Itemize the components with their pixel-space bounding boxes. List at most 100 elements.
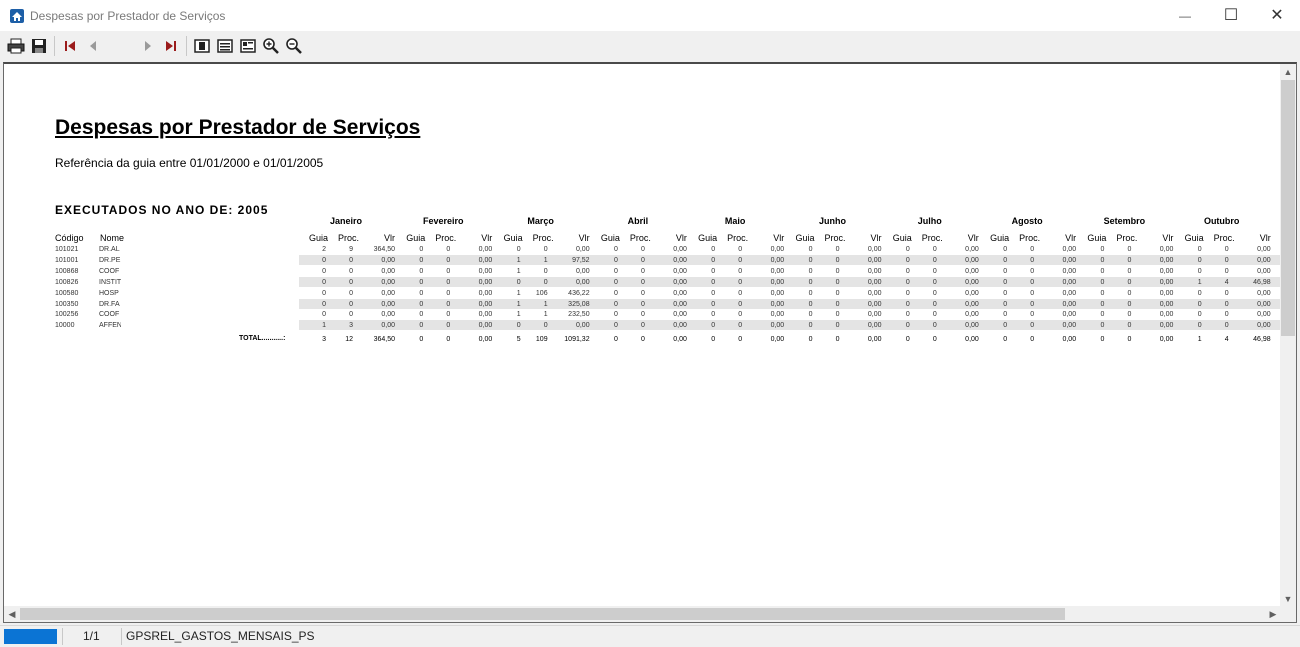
multi-page-icon[interactable]	[216, 37, 234, 55]
cell-proc: 0	[1127, 267, 1132, 275]
page-setup-icon[interactable]	[239, 37, 257, 55]
progress-indicator	[4, 629, 57, 644]
total-proc: 0	[640, 336, 645, 343]
cell-guia: 0	[1197, 267, 1202, 275]
zoom-out-icon[interactable]	[285, 37, 303, 55]
cell-guia: 0	[419, 311, 424, 319]
cell-vlr: 0,00	[867, 246, 882, 253]
scroll-left-icon[interactable]: ◀	[4, 606, 20, 622]
cell-vlr: 0,00	[867, 267, 882, 275]
cell-proc: 0	[446, 267, 451, 275]
scroll-corner	[1280, 606, 1296, 622]
cell-vlr: 0,00	[381, 300, 395, 308]
cell-vlr: 0,00	[381, 278, 395, 286]
cell-proc: 0	[738, 311, 743, 319]
first-page-icon[interactable]	[61, 37, 79, 55]
cell-guia: 0	[808, 246, 813, 253]
cell-vlr: 0,00	[478, 289, 493, 297]
cell-proc: 0	[1127, 289, 1132, 297]
row-codigo: 100256	[55, 311, 79, 319]
last-page-icon[interactable]	[162, 37, 180, 55]
cell-vlr: 0,00	[770, 311, 785, 319]
close-icon: ✕	[1270, 7, 1284, 24]
column-header-proc: Proc.	[337, 233, 359, 243]
column-header-guia: Guia	[406, 233, 426, 243]
cell-proc: 1	[543, 256, 548, 264]
cell-proc: 0	[835, 278, 840, 286]
total-proc: 0	[1030, 336, 1035, 343]
horizontal-scroll-thumb[interactable]	[20, 608, 1065, 620]
report-page: Despesas por Prestador de Serviços Refer…	[4, 64, 1281, 607]
scroll-up-icon[interactable]: ▲	[1280, 64, 1296, 80]
toolbar-separator	[54, 36, 55, 56]
cell-vlr: 0,00	[867, 289, 882, 297]
row-nome: HOSP	[99, 289, 119, 297]
cell-vlr: 0,00	[770, 256, 785, 264]
vertical-scrollbar[interactable]: ▲ ▼	[1280, 64, 1296, 607]
status-bar: 1/1 GPSREL_GASTOS_MENSAIS_PS	[0, 625, 1300, 647]
cell-vlr: 0,00	[673, 289, 687, 297]
cell-proc: 0	[1127, 246, 1132, 253]
cell-guia: 0	[711, 278, 716, 286]
cell-guia: 0	[516, 278, 521, 286]
cell-vlr: 0,00	[673, 246, 687, 253]
save-icon[interactable]	[30, 37, 48, 55]
window-title: Despesas por Prestador de Serviços	[30, 9, 226, 23]
horizontal-scrollbar[interactable]: ◀ ▶	[4, 606, 1281, 622]
total-guia: 3	[322, 336, 326, 343]
cell-guia: 0	[711, 267, 716, 275]
cell-guia: 0	[613, 256, 618, 264]
cell-guia: 0	[1197, 311, 1202, 319]
next-page-icon[interactable]	[139, 37, 157, 55]
scroll-right-icon[interactable]: ▶	[1265, 606, 1281, 622]
cell-guia: 0	[1100, 300, 1105, 308]
cell-proc: 0	[640, 278, 645, 286]
column-header-guia: Guia	[795, 233, 815, 243]
print-icon[interactable]	[7, 37, 25, 55]
prev-page-icon[interactable]	[84, 37, 102, 55]
single-page-icon[interactable]	[193, 37, 211, 55]
cell-guia: 0	[613, 289, 618, 297]
cell-guia: 0	[711, 246, 716, 253]
row-nome: AFFEN	[99, 322, 121, 330]
vertical-scroll-thumb[interactable]	[1281, 80, 1295, 336]
cell-vlr: 0,00	[1159, 300, 1174, 308]
cell-guia: 0	[613, 267, 618, 275]
cell-vlr: 0,00	[381, 267, 395, 275]
cell-guia: 0	[711, 322, 716, 330]
cell-proc: 0	[1224, 311, 1229, 319]
cell-vlr: 0,00	[478, 311, 493, 319]
column-header-proc: Proc.	[921, 233, 943, 243]
cell-proc: 0	[1127, 311, 1132, 319]
month-header: Julho	[917, 216, 942, 226]
cell-vlr: 0,00	[1257, 246, 1271, 253]
cell-guia: 0	[808, 278, 813, 286]
cell-proc: 0	[640, 311, 645, 319]
report-viewer[interactable]: Despesas por Prestador de Serviços Refer…	[3, 62, 1297, 623]
row-codigo: 101001	[55, 256, 79, 264]
cell-vlr: 0,00	[1257, 267, 1271, 275]
zoom-in-icon[interactable]	[262, 37, 280, 55]
maximize-button[interactable]: ☐	[1208, 0, 1254, 31]
column-header-guia: Guia	[1087, 233, 1107, 243]
cell-vlr: 0,00	[1257, 289, 1271, 297]
close-button[interactable]: ✕	[1254, 0, 1300, 31]
minimize-button[interactable]: —	[1162, 0, 1208, 31]
cell-guia: 0	[711, 289, 716, 297]
cell-proc: 0	[738, 278, 743, 286]
cell-guia: 1	[516, 267, 521, 275]
cell-vlr: 0,00	[673, 278, 687, 286]
cell-guia: 0	[905, 300, 910, 308]
cell-vlr: 0,00	[478, 267, 493, 275]
total-vlr: 0,00	[965, 336, 979, 343]
cell-guia: 0	[1100, 256, 1105, 264]
total-proc: 0	[1127, 336, 1132, 343]
cell-guia: 0	[613, 246, 618, 253]
total-guia: 0	[905, 336, 910, 343]
column-header-guia: Guia	[503, 233, 523, 243]
cell-vlr: 0,00	[381, 311, 395, 319]
cell-guia: 1	[1197, 278, 1202, 286]
cell-guia: 0	[322, 278, 326, 286]
scroll-down-icon[interactable]: ▼	[1280, 591, 1296, 607]
cell-guia: 0	[808, 322, 813, 330]
